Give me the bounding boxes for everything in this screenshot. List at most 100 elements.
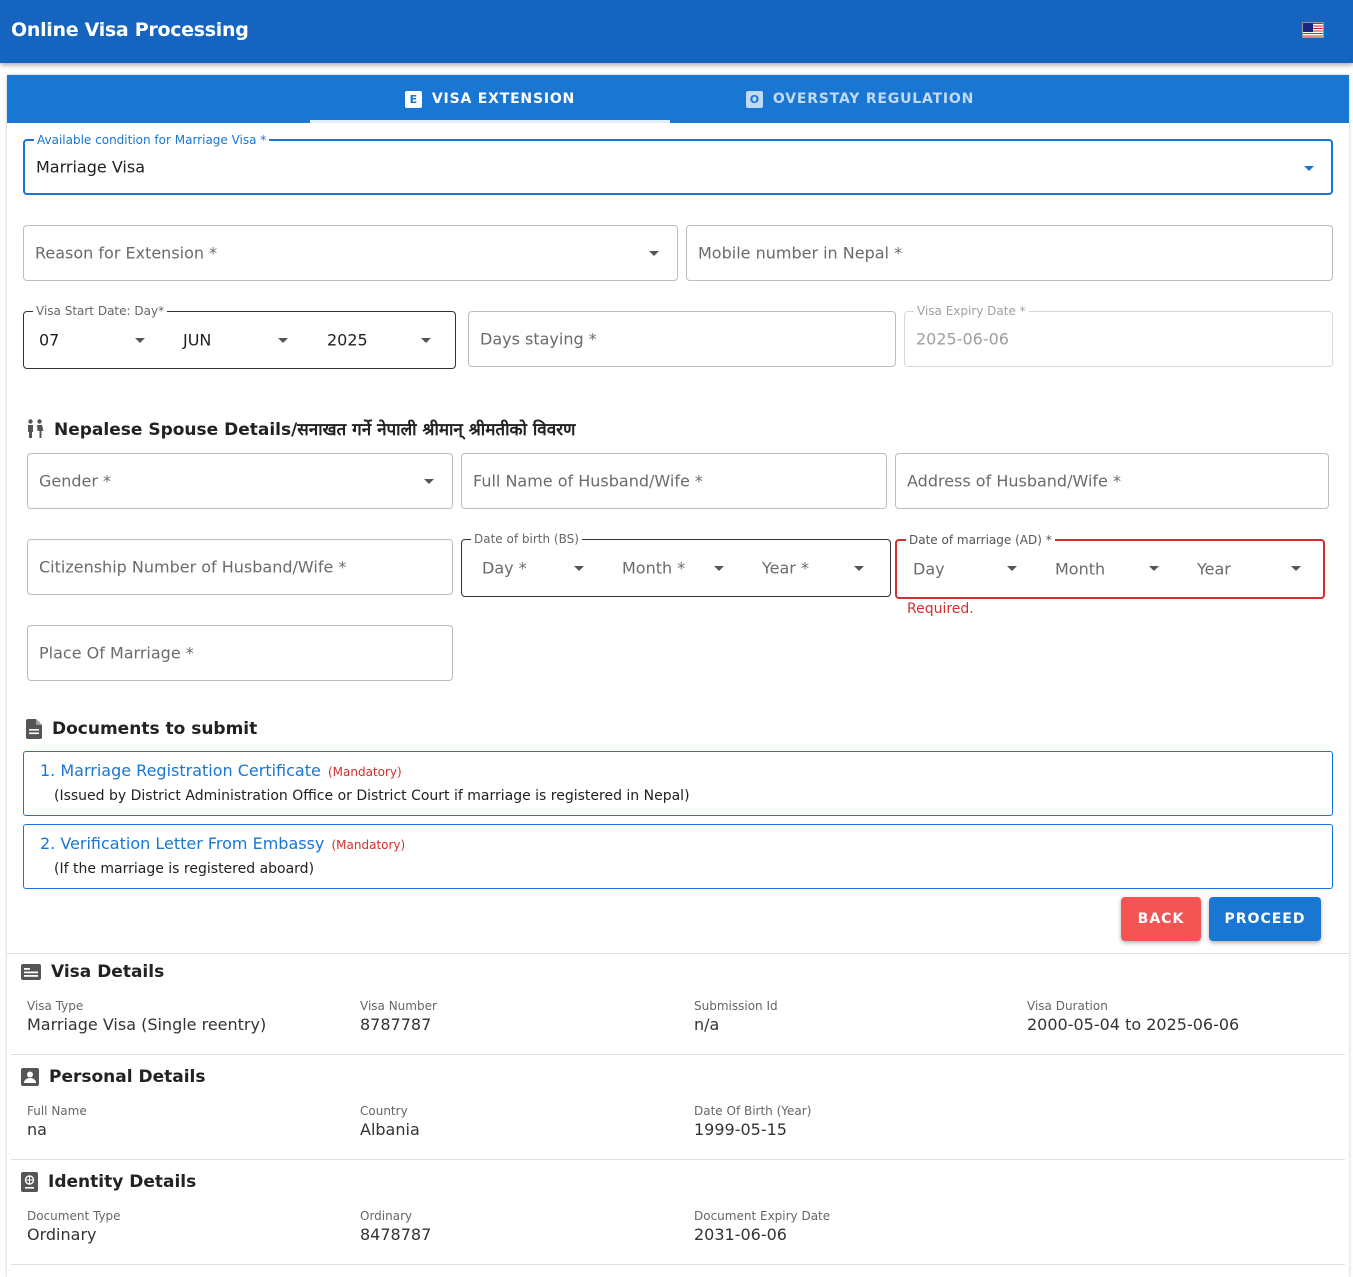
- document-title[interactable]: 1. Marriage Registration Certificate: [40, 761, 321, 780]
- documents-heading-text: Documents to submit: [52, 719, 258, 739]
- back-button[interactable]: BACK: [1121, 897, 1201, 941]
- citizenship-number-input[interactable]: Citizenship Number of Husband/Wife *: [27, 539, 453, 595]
- reason-select[interactable]: Reason for Extension *: [23, 225, 678, 281]
- place-of-marriage-input[interactable]: Place Of Marriage *: [27, 625, 453, 681]
- visa-expiry-field: Visa Expiry Date * 2025-06-06: [904, 304, 1333, 367]
- chevron-down-icon: [424, 479, 434, 484]
- marriage-month-placeholder: Month: [1055, 559, 1106, 579]
- info-value: Marriage Visa (Single reentry): [27, 1015, 267, 1034]
- place-of-marriage-placeholder: Place Of Marriage *: [39, 643, 194, 663]
- visa-start-date: Visa Start Date: Day* 07 JUN 2025: [23, 304, 456, 369]
- visa-number-info: Visa Number 8787787: [360, 999, 437, 1034]
- marriage-month-select[interactable]: Month: [1039, 541, 1181, 597]
- info-key: Date Of Birth (Year): [694, 1104, 812, 1118]
- document-title-row: 1. Marriage Registration Certificate (Ma…: [40, 761, 402, 780]
- info-value: 8478787: [360, 1225, 432, 1244]
- marriage-day-select[interactable]: Day: [897, 541, 1039, 597]
- visa-start-month-select[interactable]: JUN: [168, 312, 311, 368]
- dob-day-select[interactable]: Day *: [462, 540, 602, 596]
- days-staying-input[interactable]: Days staying *: [468, 311, 896, 367]
- spouse-address-input[interactable]: Address of Husband/Wife *: [895, 453, 1329, 509]
- visa-expiry-value: 2025-06-06: [916, 329, 1009, 349]
- dob-year-placeholder: Year *: [762, 558, 809, 578]
- tab-overstay-regulation[interactable]: O OVERSTAY REGULATION: [670, 75, 1050, 123]
- dob-year-select[interactable]: Year *: [742, 540, 890, 596]
- info-value: n/a: [694, 1015, 720, 1034]
- visa-start-day-value: 07: [39, 330, 60, 350]
- document-expiry-info: Document Expiry Date 2031-06-06: [694, 1209, 830, 1244]
- us-flag-icon[interactable]: [1302, 22, 1324, 38]
- condition-select[interactable]: Available condition for Marriage Visa * …: [23, 133, 1333, 195]
- marriage-day-placeholder: Day: [913, 559, 945, 579]
- document-type-info: Document Type Ordinary: [27, 1209, 121, 1244]
- chevron-down-icon: [1291, 566, 1301, 571]
- identity-details-heading-text: Identity Details: [48, 1172, 197, 1192]
- tab-visa-extension[interactable]: E VISA EXTENSION: [310, 75, 670, 123]
- tab-indicator: [310, 120, 670, 123]
- spouse-full-name-placeholder: Full Name of Husband/Wife *: [473, 471, 703, 491]
- info-key: Document Expiry Date: [694, 1209, 831, 1223]
- reason-placeholder: Reason for Extension *: [35, 243, 218, 263]
- info-key: Ordinary: [360, 1209, 413, 1223]
- days-staying-placeholder: Days staying *: [480, 329, 597, 349]
- chevron-down-icon: [649, 251, 659, 256]
- couple-icon: [28, 418, 44, 438]
- spouse-section-heading: Nepalese Spouse Details/सनाखत गर्ने नेपा…: [26, 417, 575, 440]
- tab-label: OVERSTAY REGULATION: [772, 91, 975, 107]
- gender-placeholder: Gender *: [39, 471, 112, 491]
- marriage-year-placeholder: Year: [1197, 559, 1231, 579]
- marriage-date-field: Date of marriage (AD) * Day Month Year: [895, 533, 1325, 599]
- visa-start-year-select[interactable]: 2025: [312, 312, 455, 368]
- tab-label: VISA EXTENSION: [431, 91, 576, 107]
- spouse-dob-field: Date of birth (BS) Day * Month * Year *: [461, 532, 891, 597]
- full-name-info: Full Name na: [27, 1104, 87, 1139]
- visa-expiry-label: Visa Expiry Date *: [914, 304, 1029, 318]
- documents-section-heading: Documents to submit: [26, 719, 257, 739]
- main-card: E VISA EXTENSION O OVERSTAY REGULATION A…: [7, 75, 1349, 1277]
- info-key: Document Type: [27, 1209, 121, 1223]
- citizenship-placeholder: Citizenship Number of Husband/Wife *: [39, 557, 347, 577]
- marriage-year-select[interactable]: Year: [1181, 541, 1323, 597]
- spouse-address-placeholder: Address of Husband/Wife *: [907, 471, 1121, 491]
- info-key: Submission Id: [694, 999, 778, 1013]
- tab-bar: E VISA EXTENSION O OVERSTAY REGULATION: [7, 75, 1349, 123]
- info-key: Visa Number: [360, 999, 437, 1013]
- visa-type-info: Visa Type Marriage Visa (Single reentry): [27, 999, 266, 1034]
- document-item: 2. Verification Letter From Embassy (Man…: [23, 824, 1333, 889]
- chevron-down-icon: [1007, 566, 1017, 571]
- mobile-placeholder: Mobile number in Nepal *: [698, 243, 903, 263]
- chevron-down-icon: [421, 338, 431, 343]
- chevron-down-icon: [135, 338, 145, 343]
- document-title-row: 2. Verification Letter From Embassy (Man…: [40, 834, 405, 853]
- chevron-down-icon: [854, 566, 864, 571]
- divider: [7, 953, 1349, 954]
- document-icon: [26, 719, 42, 739]
- info-value: 1999-05-15: [694, 1120, 787, 1139]
- document-description: (Issued by District Administration Offic…: [54, 788, 690, 804]
- divider: [11, 1159, 1345, 1160]
- app-bar: Online Visa Processing: [0, 0, 1353, 63]
- visa-details-heading-text: Visa Details: [51, 962, 165, 982]
- visa-details-heading: Visa Details: [21, 962, 164, 982]
- info-value: 8787787: [360, 1015, 432, 1034]
- info-value: na: [27, 1120, 47, 1139]
- divider: [11, 1054, 1345, 1055]
- visa-card-icon: [21, 964, 41, 980]
- chevron-down-icon: [1149, 566, 1159, 571]
- mobile-input[interactable]: Mobile number in Nepal *: [686, 225, 1333, 281]
- visa-start-month-value: JUN: [183, 330, 212, 350]
- info-value: 2000-05-04 to 2025-06-06: [1027, 1015, 1240, 1034]
- chevron-down-icon: [574, 566, 584, 571]
- visa-duration-info: Visa Duration 2000-05-04 to 2025-06-06: [1027, 999, 1239, 1034]
- document-title[interactable]: 2. Verification Letter From Embassy: [40, 834, 324, 853]
- divider: [11, 1264, 1345, 1265]
- visa-start-year-value: 2025: [327, 330, 368, 350]
- dob-year-info: Date Of Birth (Year) 1999-05-15: [694, 1104, 811, 1139]
- personal-details-heading: Personal Details: [21, 1067, 206, 1087]
- info-value: Albania: [360, 1120, 420, 1139]
- proceed-button[interactable]: PROCEED: [1209, 897, 1321, 941]
- visa-start-day-select[interactable]: 07: [24, 312, 167, 368]
- dob-month-select[interactable]: Month *: [602, 540, 742, 596]
- spouse-full-name-input[interactable]: Full Name of Husband/Wife *: [461, 453, 887, 509]
- gender-select[interactable]: Gender *: [27, 453, 453, 509]
